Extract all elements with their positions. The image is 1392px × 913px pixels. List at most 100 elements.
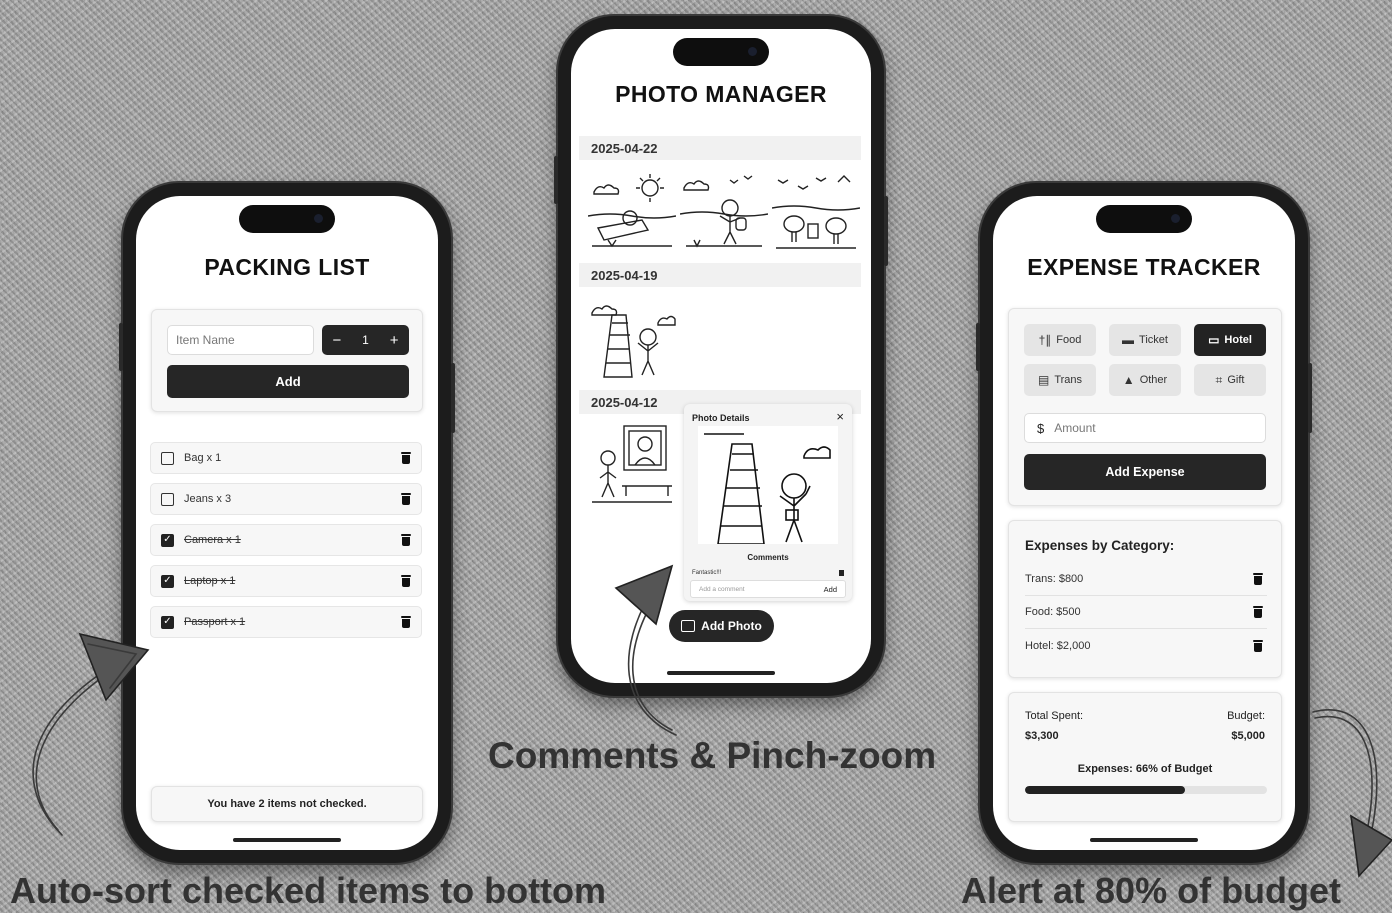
budget-summary-card: Total Spent: $3,300 Budget: $5,000 Expen…: [1008, 692, 1282, 822]
dynamic-island: [1096, 205, 1192, 233]
category-chip[interactable]: ▬ Ticket: [1109, 324, 1181, 356]
volume-button: [976, 323, 980, 371]
category-chip[interactable]: ⌗ Gift: [1194, 364, 1266, 396]
trash-icon[interactable]: [401, 575, 411, 587]
checkbox[interactable]: ✓: [161, 615, 174, 629]
section-heading: Expenses by Category:: [1025, 538, 1175, 553]
checkbox[interactable]: [161, 451, 174, 465]
category-chip[interactable]: †∥ Food: [1024, 324, 1096, 356]
photo-thumbnail[interactable]: [588, 293, 676, 381]
expense-screen: EXPENSE TRACKER †∥ Food ▬ Ticket ▭ Hotel ▤ Tran…: [993, 196, 1295, 850]
page-title: PACKING LIST: [204, 254, 370, 280]
trash-icon[interactable]: [401, 493, 411, 505]
trash-icon[interactable]: [401, 534, 411, 546]
caption-middle: Comments & Pinch-zoom: [488, 735, 937, 776]
budget-value: $5,000: [1231, 730, 1265, 742]
page-title: EXPENSE TRACKER: [1027, 254, 1261, 280]
photo-thumbnail[interactable]: [588, 166, 676, 254]
comment-input[interactable]: Add a comment: [699, 586, 745, 593]
volume-button: [554, 156, 558, 204]
list-item[interactable]: ✓ Laptop x 1: [150, 565, 422, 597]
add-expense-button[interactable]: Add Expense: [1024, 454, 1266, 490]
category-chip[interactable]: ▲ Other: [1109, 364, 1181, 396]
add-expense-card: †∥ Food ▬ Ticket ▭ Hotel ▤ Trans ▲ Other ⌗ Gift $ A…: [1008, 308, 1282, 506]
chip-label: Other: [1139, 374, 1168, 386]
photo-thumbnail[interactable]: [680, 166, 768, 254]
arrow-right-annotation: [1312, 709, 1392, 878]
item-label: Camera x 1: [184, 534, 241, 546]
packing-screen: PACKING LIST Item Name − 1 + Add Bag x 1…: [136, 196, 438, 850]
delete-comment-icon[interactable]: [839, 570, 844, 576]
expense-row: Hotel: $2,000: [1025, 629, 1267, 662]
trash-icon[interactable]: [401, 452, 411, 464]
chip-label: Hotel: [1224, 334, 1252, 346]
trash-icon[interactable]: [1253, 573, 1263, 585]
caption-left: Auto-sort checked items to bottom: [10, 870, 607, 911]
expense-text: Hotel: $2,000: [1025, 639, 1091, 652]
caption-right: Alert at 80% of budget: [961, 870, 1342, 911]
budget-progress-bar: [1025, 786, 1267, 794]
add-comment-button[interactable]: Add: [824, 585, 837, 594]
chip-label: Food: [1056, 334, 1082, 346]
item-label: Bag x 1: [184, 452, 222, 464]
amount-input: Amount: [1054, 421, 1096, 435]
arrow-left-annotation: [32, 632, 150, 836]
total-spent-value: $3,300: [1025, 730, 1059, 742]
add-button[interactable]: Add: [167, 365, 409, 398]
progress-fill: [1025, 786, 1185, 794]
item-label: Jeans x 3: [184, 493, 232, 505]
power-button: [451, 363, 455, 433]
date-header: 2025-04-19: [579, 263, 861, 287]
item-label: Passport x 1: [184, 616, 246, 628]
home-indicator: [1090, 838, 1198, 842]
quantity-stepper: − 1 +: [322, 325, 409, 355]
chip-label: Trans: [1054, 374, 1083, 386]
total-spent-label: Total Spent:: [1025, 710, 1084, 722]
phone-photo-manager: PHOTO MANAGER 2025-04-22 2025-04-19 2025…: [554, 16, 888, 696]
category-chip[interactable]: ▤ Trans: [1024, 364, 1096, 396]
expense-row: Trans: $800: [1025, 563, 1267, 596]
add-photo-label: Add Photo: [701, 619, 762, 633]
ticket-icon: ▬: [1122, 333, 1135, 347]
budget-label: Budget:: [1227, 710, 1265, 722]
expense-row: Food: $500: [1025, 596, 1267, 629]
comment-input-row: Add a comment Add: [690, 580, 846, 598]
item-name-input[interactable]: Item Name: [167, 325, 314, 355]
fork-knife-icon: †∥: [1038, 333, 1052, 347]
status-text: You have 2 items not checked.: [207, 798, 367, 810]
chip-label: Ticket: [1139, 334, 1168, 346]
photo-thumbnail[interactable]: [772, 166, 860, 254]
dynamic-island: [239, 205, 335, 233]
expense-text: Food: $500: [1025, 606, 1081, 618]
trash-icon[interactable]: [1253, 639, 1263, 652]
decrement-button[interactable]: −: [332, 332, 341, 349]
progress-text: Expenses: 66% of Budget: [1077, 763, 1213, 775]
trash-icon[interactable]: [401, 616, 411, 628]
bus-icon: ▤: [1037, 373, 1050, 387]
power-button: [884, 196, 888, 266]
popover-title: Photo Details: [692, 413, 750, 423]
close-icon[interactable]: ×: [836, 409, 844, 424]
list-item[interactable]: Jeans x 3: [150, 483, 422, 515]
expenses-by-category-card: Expenses by Category: Trans: $800 Food: $…: [1008, 520, 1282, 678]
list-item[interactable]: ✓ Passport x 1: [150, 606, 422, 638]
checkbox[interactable]: ✓: [161, 574, 174, 588]
home-indicator: [233, 838, 341, 842]
trash-icon[interactable]: [1253, 606, 1263, 618]
shapes-icon: ▲: [1122, 373, 1135, 387]
comments-heading: Comments: [747, 553, 789, 562]
list-item[interactable]: ✓ Camera x 1: [150, 524, 422, 556]
list-item[interactable]: Bag x 1: [150, 442, 422, 474]
photo-thumbnail[interactable]: [588, 420, 676, 508]
amount-field[interactable]: $ Amount: [1024, 413, 1266, 443]
comment-row: Fantastic!!!: [692, 567, 844, 579]
increment-button[interactable]: +: [390, 332, 399, 349]
checkbox[interactable]: [161, 492, 174, 506]
volume-button: [119, 323, 123, 371]
item-label: Laptop x 1: [184, 575, 236, 587]
checkbox[interactable]: ✓: [161, 533, 174, 547]
category-chip[interactable]: ▭ Hotel: [1194, 324, 1266, 356]
cart-icon: ⌗: [1215, 372, 1223, 387]
zoomed-photo[interactable]: [698, 426, 838, 544]
status-bar: You have 2 items not checked.: [151, 786, 423, 822]
